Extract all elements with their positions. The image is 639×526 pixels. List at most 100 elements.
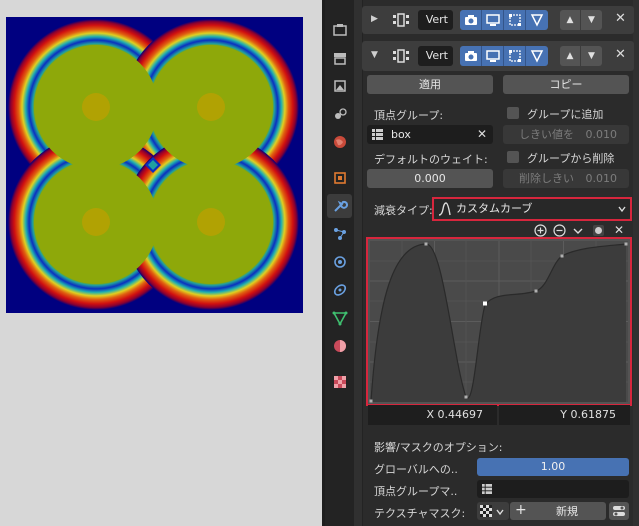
texture-settings-button[interactable] xyxy=(609,502,629,520)
falloff-type-value: カスタムカーブ xyxy=(456,202,533,215)
vertex-group-field[interactable]: box ✕ xyxy=(367,125,493,144)
move-down-button[interactable]: ▼ xyxy=(581,10,602,30)
default-weight-label: デフォルトのウェイト: xyxy=(374,153,488,166)
scene-icon xyxy=(334,108,347,119)
texture-icon xyxy=(333,376,346,388)
vertex-group-mask-field[interactable] xyxy=(477,480,629,498)
global-influence-slider[interactable]: 1.00 xyxy=(477,458,629,476)
add-to-group-label: グループに追加 xyxy=(527,108,604,121)
cage-icon xyxy=(530,50,544,63)
remove-threshold-value: 0.010 xyxy=(585,172,618,185)
plus-icon: + xyxy=(515,502,527,518)
toggle-edit-cage[interactable] xyxy=(460,10,482,30)
curve-x-field[interactable]: X 0.44697 xyxy=(368,405,497,425)
tab-particles[interactable] xyxy=(327,222,352,246)
zoom-out-icon[interactable] xyxy=(553,224,566,237)
edit-mode-icon xyxy=(508,14,521,26)
particles-icon xyxy=(333,228,346,240)
apply-button[interactable]: 適用 xyxy=(367,75,493,94)
tab-output[interactable] xyxy=(327,46,352,70)
tab-data[interactable] xyxy=(327,306,352,330)
tab-material[interactable] xyxy=(327,334,352,358)
close-icon[interactable]: ✕ xyxy=(615,11,626,26)
toggle-edit-mode[interactable] xyxy=(504,46,526,66)
expand-arrow-icon[interactable]: ▶ xyxy=(371,14,378,24)
remove-from-group-checkbox[interactable] xyxy=(507,151,519,163)
tab-object[interactable] xyxy=(327,166,352,190)
monitor-icon xyxy=(485,14,500,26)
vertex-group-value: box xyxy=(391,128,411,141)
toggle-edit-cage[interactable] xyxy=(460,46,482,66)
checker-texture-icon xyxy=(480,505,492,517)
wrench-icon xyxy=(333,200,348,212)
camera-icon xyxy=(464,51,477,61)
threshold-field[interactable]: しきい値を 0.010 xyxy=(503,125,629,144)
tab-constraints[interactable] xyxy=(327,278,352,302)
default-weight-field[interactable]: 0.000 xyxy=(367,169,493,188)
new-texture-label: 新規 xyxy=(556,505,578,518)
object-icon xyxy=(333,172,346,184)
remove-threshold-label: 削除しきい xyxy=(519,172,574,185)
new-texture-button[interactable]: + 新規 xyxy=(510,502,606,520)
tab-world[interactable] xyxy=(327,130,352,154)
reset-curve-icon[interactable]: ✕ xyxy=(614,223,624,237)
falloff-type-label: 減衰タイプ: xyxy=(374,204,433,217)
world-icon xyxy=(333,136,346,148)
material-icon xyxy=(333,340,346,352)
texture-browse-button[interactable] xyxy=(477,502,509,520)
vertex-weight-icon xyxy=(393,13,409,27)
move-up-button[interactable]: ▲ xyxy=(560,10,581,30)
vertex-group-mask-label: 頂点グループマ.. xyxy=(374,485,458,498)
tab-scene[interactable] xyxy=(327,102,352,126)
render-icon xyxy=(332,24,347,36)
toggle-on-cage[interactable] xyxy=(526,10,548,30)
vertex-group-label: 頂点グループ: xyxy=(374,109,444,122)
tab-texture[interactable] xyxy=(327,370,352,394)
move-down-button[interactable]: ▼ xyxy=(581,46,602,66)
camera-icon xyxy=(464,15,477,25)
remove-from-group-label: グループから削除 xyxy=(527,152,615,165)
edit-mode-icon xyxy=(508,50,521,62)
tab-physics[interactable] xyxy=(327,250,352,274)
modifier-name-field[interactable]: Vert xyxy=(418,10,453,30)
modifier-header-1[interactable]: ▶ Vert ▲ ▼ ✕ xyxy=(362,6,634,34)
curve-mapping-widget[interactable] xyxy=(368,239,630,404)
monitor-icon xyxy=(485,50,500,62)
modifier-header-2[interactable]: ▼ Vert ▲ ▼ ✕ xyxy=(362,41,634,71)
chevron-down-icon xyxy=(496,509,504,516)
move-up-button[interactable]: ▲ xyxy=(560,46,581,66)
toggle-realtime[interactable] xyxy=(482,10,504,30)
modifier-name-field[interactable]: Vert xyxy=(418,46,453,66)
clear-field-icon[interactable]: ✕ xyxy=(477,125,487,144)
tab-modifiers[interactable] xyxy=(327,194,352,218)
tab-render[interactable] xyxy=(327,18,352,42)
cage-icon xyxy=(530,14,544,27)
toggle-edit-mode[interactable] xyxy=(504,10,526,30)
toggle-on-cage[interactable] xyxy=(526,46,548,66)
toggle-icon xyxy=(613,506,625,516)
threshold-value: 0.010 xyxy=(585,128,618,141)
texture-mask-label: テクスチャマスク: xyxy=(374,507,466,520)
influence-options-title: 影響/マスクのオプション: xyxy=(374,441,503,454)
tab-view-layer[interactable] xyxy=(327,74,352,98)
3d-viewport[interactable] xyxy=(0,0,322,526)
collapse-arrow-icon[interactable]: ▼ xyxy=(371,50,378,60)
zoom-in-icon[interactable] xyxy=(534,224,547,237)
curve-falloff-icon xyxy=(438,202,451,216)
falloff-type-dropdown[interactable]: カスタムカーブ xyxy=(434,199,630,219)
copy-button[interactable]: コピー xyxy=(503,75,629,94)
curve-y-field[interactable]: Y 0.61875 xyxy=(499,405,630,425)
chevron-down-icon xyxy=(618,206,626,213)
clipping-icon[interactable] xyxy=(592,224,605,237)
curve-graph[interactable] xyxy=(368,239,630,404)
global-influence-label: グローバルへの.. xyxy=(374,463,458,476)
add-to-group-checkbox[interactable] xyxy=(507,107,519,119)
close-icon[interactable]: ✕ xyxy=(615,47,626,62)
remove-threshold-field[interactable]: 削除しきい 0.010 xyxy=(503,169,629,188)
output-icon xyxy=(333,53,346,65)
mesh-data-icon xyxy=(332,311,347,326)
vertex-weight-icon xyxy=(393,49,409,63)
curve-options-chevron-icon[interactable] xyxy=(573,226,583,236)
toggle-realtime[interactable] xyxy=(482,46,504,66)
weight-render-image xyxy=(6,17,303,313)
